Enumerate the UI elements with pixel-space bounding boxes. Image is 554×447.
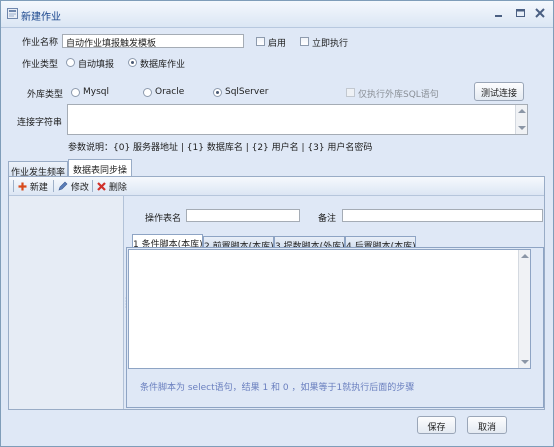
sync-operation-list[interactable] — [9, 196, 124, 409]
pencil-icon — [58, 181, 68, 191]
table-name-input[interactable] — [186, 209, 300, 222]
oracle-label: Oracle — [155, 87, 185, 97]
scroll-up-icon[interactable] — [521, 254, 529, 258]
script-hint: 条件脚本为 select语句，结果 1 和 0 ，如果等于1就执行后面的步骤 — [140, 383, 415, 393]
table-name-label: 操作表名 — [145, 214, 182, 224]
close-icon[interactable] — [533, 7, 547, 19]
connection-scrollbar[interactable] — [515, 105, 527, 134]
exec-only-checkbox[interactable] — [346, 88, 355, 97]
new-label: 新建 — [29, 183, 48, 193]
plus-icon — [18, 182, 27, 191]
new-button[interactable]: 新建 — [18, 180, 48, 193]
toolbar: 新建 修改 删除 — [9, 177, 544, 196]
tab-frequency[interactable]: 作业发生频率 — [8, 161, 68, 178]
auto-fill-label: 自动填报 — [78, 60, 115, 70]
minimize-icon[interactable] — [491, 7, 505, 19]
cancel-button[interactable]: 取消 — [467, 416, 507, 434]
maximize-icon[interactable] — [513, 7, 527, 19]
edit-label: 修改 — [70, 183, 89, 193]
connection-string-input[interactable] — [67, 104, 528, 135]
delete-label: 删除 — [108, 183, 127, 193]
job-name-input[interactable]: 自动作业填报触发模板 — [62, 34, 244, 48]
connection-string-label: 连接字符串 — [17, 118, 63, 128]
external-db-type-label: 外库类型 — [27, 90, 64, 100]
test-connection-button[interactable]: 测试连接 — [474, 82, 524, 101]
toolbar-separator — [53, 180, 54, 192]
param-hint: 参数说明：{0} 服务器地址 | {1} 数据库名 | {2} 用户名 | {3… — [68, 143, 373, 153]
mysql-radio[interactable] — [71, 88, 80, 97]
sqlserver-label: SqlServer — [225, 87, 269, 97]
auto-fill-radio[interactable] — [66, 58, 75, 67]
enable-checkbox[interactable] — [256, 37, 265, 46]
client-area: 作业名称 自动作业填报触发模板 启用 立即执行 作业类型 自动填报 数据库作业 … — [4, 28, 550, 442]
exec-only-label: 仅执行外库SQL语句 — [358, 90, 439, 100]
scroll-down-icon[interactable] — [521, 360, 529, 364]
toolbar-separator — [92, 180, 93, 192]
remark-input[interactable] — [342, 209, 543, 222]
script-scrollbar[interactable] — [518, 250, 530, 368]
delete-button[interactable]: 删除 — [97, 180, 127, 193]
job-type-label: 作业类型 — [22, 60, 59, 70]
toolbar-grip — [13, 180, 14, 192]
scroll-up-icon[interactable] — [518, 109, 526, 113]
enable-label: 启用 — [268, 39, 287, 49]
run-now-checkbox[interactable] — [300, 37, 309, 46]
app-icon — [7, 8, 18, 19]
oracle-radio[interactable] — [143, 88, 152, 97]
window-title: 新建作业 — [21, 12, 61, 23]
database-job-radio[interactable] — [128, 58, 137, 67]
job-name-label: 作业名称 — [22, 38, 59, 48]
mysql-label: Mysql — [83, 87, 109, 97]
title-bar[interactable]: 新建作业 — [1, 1, 553, 28]
job-window: 新建作业 作业名称 自动作业填报触发模板 启用 立即执行 作业类型 自动填报 数… — [0, 0, 554, 447]
remark-label: 备注 — [318, 214, 337, 224]
scroll-down-icon[interactable] — [518, 126, 526, 130]
database-job-label: 数据库作业 — [140, 60, 186, 70]
sqlserver-radio[interactable] — [213, 88, 222, 97]
condition-script-editor[interactable] — [128, 249, 531, 369]
delete-x-icon — [97, 182, 106, 191]
tab-table-sync[interactable]: 数据表同步操作 — [68, 159, 132, 189]
save-button[interactable]: 保存 — [417, 416, 456, 434]
run-now-label: 立即执行 — [312, 39, 349, 49]
edit-button[interactable]: 修改 — [58, 180, 89, 193]
